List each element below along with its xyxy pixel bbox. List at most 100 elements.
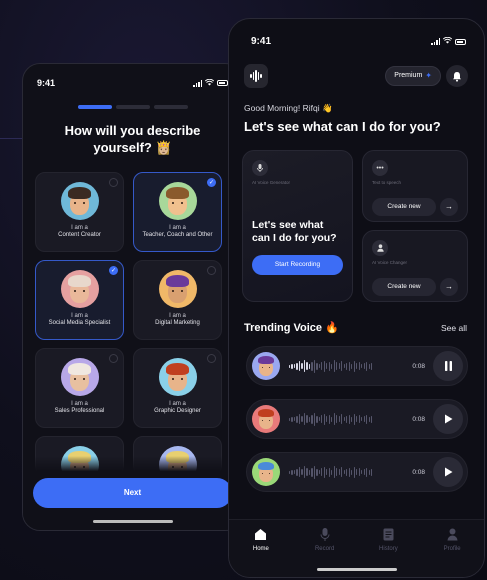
waveform: [289, 411, 373, 427]
card-actions: Create new →: [372, 278, 458, 296]
ai-voice-generator-card[interactable]: AI Voice Generator Let's see what can I …: [242, 150, 353, 302]
voice-item[interactable]: 0:08: [246, 452, 468, 492]
card-caption: AI Voice Changer: [372, 260, 408, 265]
radio-circle-icon: [109, 178, 118, 187]
role-grid: I am a Content Creator ✓ I am a Teacher, Coa…: [35, 172, 242, 484]
progress-step-3: [153, 105, 188, 109]
status-time: 9:41: [251, 36, 272, 47]
user-icon: [372, 240, 388, 256]
avatar: [252, 458, 280, 486]
progress-step-2: [115, 105, 150, 109]
tab-label: Profile: [443, 546, 461, 552]
feature-cards: AI Voice Generator Let's see what can I …: [229, 150, 484, 302]
arrow-right-icon[interactable]: →: [440, 278, 458, 296]
tab-label: Home: [252, 546, 269, 552]
play-icon[interactable]: [433, 404, 463, 434]
headline-text: Let's see what can I do for you?: [244, 119, 441, 134]
avatar: [252, 405, 280, 433]
role-name: Content Creator: [58, 232, 101, 238]
start-recording-button[interactable]: Start Recording: [252, 255, 343, 275]
avatar: [252, 352, 280, 380]
voice-item[interactable]: 0:08: [246, 399, 468, 439]
avatar: [60, 182, 99, 220]
tab-label: Record: [314, 546, 335, 552]
mic-icon: [300, 528, 350, 542]
role-card[interactable]: I am a Graphic Designer: [133, 348, 222, 428]
waveform: [289, 358, 373, 374]
role-prefix: I am a: [169, 401, 186, 407]
create-new-button[interactable]: Create new: [372, 278, 436, 296]
battery-icon: [455, 38, 466, 45]
signal-icon: [431, 38, 440, 45]
role-name: Graphic Designer: [154, 408, 201, 414]
voice-item[interactable]: 0:08: [246, 346, 468, 386]
role-name: Teacher, Coach and Other: [142, 232, 213, 238]
tab-home[interactable]: Home: [236, 528, 286, 577]
tab-label: History: [379, 546, 398, 552]
role-prefix: I am a: [169, 313, 186, 319]
home-screen: 9:41 Premium ✦ Good Morning! Rifqi 👋 Let…: [228, 18, 485, 578]
role-name: Social Media Specialist: [48, 320, 111, 326]
role-card[interactable]: ✓ I am a Social Media Specialist: [35, 260, 124, 340]
pause-icon[interactable]: [433, 351, 463, 381]
greeting-text: Good Morning! Rifqi 👋: [244, 103, 333, 113]
status-time: 9:41: [37, 78, 56, 88]
arrow-right-icon[interactable]: →: [440, 198, 458, 216]
role-card[interactable]: ✓ I am a Teacher, Coach and Other: [133, 172, 222, 252]
next-button[interactable]: Next: [33, 478, 232, 508]
text-to-speech-card[interactable]: ••• Text to speech Create new →: [362, 150, 468, 222]
wifi-icon: [442, 36, 453, 46]
notification-bell-icon[interactable]: [446, 65, 468, 87]
avatar: [158, 182, 197, 220]
trending-title: Trending Voice 🔥: [244, 322, 339, 334]
home-indicator: [317, 568, 397, 571]
premium-button[interactable]: Premium ✦: [385, 66, 441, 86]
role-prefix: I am a: [71, 313, 88, 319]
card-actions: Create new →: [372, 198, 458, 216]
step-progress: [23, 105, 242, 109]
role-name: Digital Marketing: [155, 320, 200, 326]
top-actions: Premium ✦: [385, 65, 468, 87]
history-icon: [363, 528, 413, 542]
sparkle-icon: ✦: [425, 71, 432, 80]
card-caption: AI Voice Generator: [252, 180, 291, 185]
status-icons: [193, 78, 228, 88]
wifi-icon: [204, 78, 215, 88]
status-bar: 9:41: [229, 36, 484, 47]
play-icon[interactable]: [433, 457, 463, 487]
voice-duration: 0:08: [412, 362, 425, 370]
role-prefix: I am a: [71, 401, 88, 407]
checkmark-icon: ✓: [207, 178, 216, 187]
home-icon: [236, 528, 286, 542]
avatar: [60, 270, 99, 308]
voice-changer-card[interactable]: AI Voice Changer Create new →: [362, 230, 468, 302]
onboarding-screen: 9:41 How will you describe yourself? 👸🏼 …: [22, 63, 243, 531]
role-prefix: I am a: [169, 225, 186, 231]
avatar: [158, 270, 197, 308]
checkmark-icon: ✓: [109, 266, 118, 275]
voice-duration: 0:08: [412, 468, 425, 476]
signal-icon: [193, 79, 202, 87]
role-name: Sales Professional: [54, 408, 105, 414]
role-card[interactable]: I am a Content Creator: [35, 172, 124, 252]
progress-step-1: [77, 105, 112, 109]
trending-header: Trending Voice 🔥 See all: [244, 321, 467, 334]
home-indicator: [93, 520, 173, 523]
mic-icon: [252, 160, 268, 176]
tab-profile[interactable]: Profile: [427, 528, 477, 577]
question-title: How will you describe yourself? 👸🏼: [64, 123, 201, 155]
radio-circle-icon: [109, 354, 118, 363]
profile-icon: [427, 528, 477, 542]
premium-label: Premium: [394, 72, 423, 79]
card-title: Let's see what can I do for you?: [252, 219, 337, 244]
role-card[interactable]: I am a Sales Professional: [35, 348, 124, 428]
avatar: [60, 358, 99, 396]
status-bar: 9:41: [23, 78, 242, 88]
radio-circle-icon: [207, 266, 216, 275]
role-prefix: I am a: [71, 225, 88, 231]
role-card[interactable]: I am a Digital Marketing: [133, 260, 222, 340]
battery-icon: [217, 80, 228, 86]
chat-bubble-icon: •••: [372, 160, 388, 176]
see-all-link[interactable]: See all: [441, 323, 467, 333]
create-new-button[interactable]: Create new: [372, 198, 436, 216]
